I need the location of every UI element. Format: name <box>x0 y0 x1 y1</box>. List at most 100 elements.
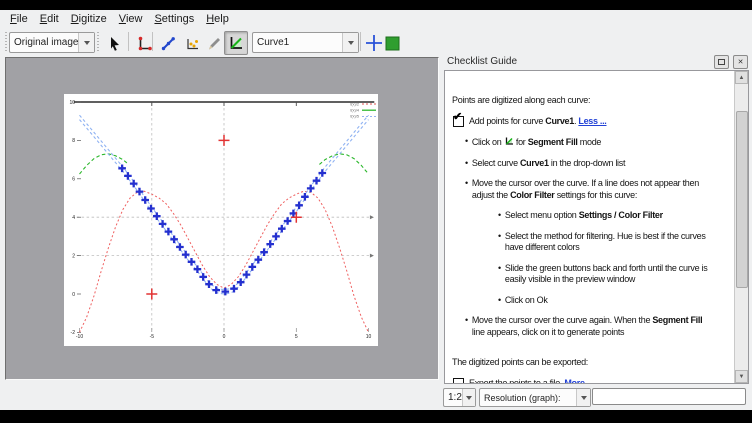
pencil-icon <box>206 35 223 52</box>
curve-selector-value: Curve1 <box>253 37 342 48</box>
cursor-arrow-icon <box>106 35 123 52</box>
digitized-point <box>194 265 202 273</box>
curve-selector-combo[interactable]: Curve1 <box>252 32 359 53</box>
top-black-bar <box>0 0 752 10</box>
digitized-point <box>153 212 161 220</box>
scroll-down-arrow-icon[interactable]: ▼ <box>735 370 748 383</box>
vertical-scrollbar[interactable]: ▲ ▼ <box>734 71 748 383</box>
svg-text:8: 8 <box>72 138 75 144</box>
red-curve <box>80 191 369 332</box>
axis-point <box>219 135 230 146</box>
toolbar-separator <box>152 32 153 51</box>
scroll-up-arrow-icon[interactable]: ▲ <box>735 71 748 84</box>
digitized-point <box>124 172 132 180</box>
digitized-point <box>272 233 280 241</box>
menu-item-digitize[interactable]: Digitize <box>65 11 113 27</box>
toolbar-drag-handle[interactable] <box>96 32 99 51</box>
digitized-point <box>188 258 196 266</box>
toolbar: Original image <box>0 28 752 55</box>
curve-color-swatch <box>380 31 404 55</box>
task-export-points-checkbox[interactable] <box>453 378 464 385</box>
svg-text:0: 0 <box>223 334 226 340</box>
checklist-bullet: •Slide the green buttons back and forth … <box>452 263 735 286</box>
segment-fill-tool-button[interactable] <box>224 31 248 55</box>
digitized-point <box>295 202 303 210</box>
task-add-points: Add points for curve Curve1. Less ... <box>452 116 735 128</box>
checklist-dock-header: Checklist Guide ✕ <box>441 53 752 70</box>
float-icon <box>718 59 725 65</box>
curve-point-tool-button[interactable] <box>156 31 180 55</box>
menu-item-edit[interactable]: Edit <box>34 11 65 27</box>
checklist-bullet: •Click on for Segment Fill mode <box>452 136 735 149</box>
svg-text:-10: -10 <box>76 334 83 340</box>
digitized-point <box>237 278 245 286</box>
checklist-intro: Points are digitized along each curve: <box>452 95 735 107</box>
digitized-point <box>205 280 213 288</box>
zoom-level-value: 1:2 <box>444 392 462 403</box>
status-mode-combo[interactable]: Resolution (graph): <box>479 388 591 407</box>
digitized-point <box>170 236 178 244</box>
toolbar-drag-handle[interactable] <box>4 32 7 51</box>
digitized-point <box>278 225 286 233</box>
close-icon: ✕ <box>738 58 744 66</box>
digitized-point <box>319 169 327 177</box>
digitized-point <box>130 180 138 188</box>
checklist-bullet: •Move the cursor over the curve. If a li… <box>452 178 735 201</box>
point-match-tool-button[interactable] <box>180 31 204 55</box>
menu-item-file[interactable]: File <box>4 11 34 27</box>
dock-title: Checklist Guide <box>441 56 714 67</box>
checklist-bullet: •Select the method for filtering. Hue is… <box>452 231 735 254</box>
menu-item-settings[interactable]: Settings <box>148 11 200 27</box>
graph-plot: 1086420-2-10-50510f(x)/2f(x)/4f(x)/5 <box>64 94 378 346</box>
digitized-point <box>243 271 251 279</box>
digitized-point <box>266 240 274 248</box>
image-canvas[interactable]: 1086420-2-10-50510f(x)/2f(x)/4f(x)/5 <box>5 57 439 380</box>
menu-bar: FileEditDigitizeViewSettingsHelp <box>0 10 752 28</box>
checklist-bullet: •Select curve Curve1 in the drop-down li… <box>452 158 735 170</box>
axis-points-icon <box>136 35 153 52</box>
svg-text:2: 2 <box>72 253 75 259</box>
chevron-down-icon <box>78 33 94 52</box>
menu-item-help[interactable]: Help <box>200 11 235 27</box>
color-picker-tool-button[interactable] <box>202 31 226 55</box>
point-match-icon <box>184 35 201 52</box>
green-swatch-icon <box>385 36 400 51</box>
app-window: FileEditDigitizeViewSettingsHelp Origina… <box>0 10 752 410</box>
svg-text:-5: -5 <box>150 334 155 340</box>
digitized-point <box>301 193 309 201</box>
task-add-points-checkbox[interactable] <box>453 116 464 127</box>
dock-close-button[interactable]: ✕ <box>733 55 748 69</box>
svg-text:f(x)/4: f(x)/4 <box>350 109 359 113</box>
svg-text:5: 5 <box>295 334 298 340</box>
status-mode-value: Resolution (graph): <box>480 393 576 403</box>
toolbar-separator <box>128 32 129 51</box>
digitized-point <box>182 251 190 259</box>
digitized-point <box>313 177 321 185</box>
digitized-point <box>249 263 257 271</box>
digitized-point <box>199 273 207 281</box>
digitized-point <box>176 243 184 251</box>
segment-fill-icon <box>227 34 245 52</box>
background-selector-value: Original image <box>10 37 78 48</box>
task-export-points: Export the points to a file. More... <box>452 378 735 385</box>
svg-text:f(x)/5: f(x)/5 <box>350 115 359 119</box>
digitized-point <box>165 228 173 236</box>
background-selector-combo[interactable]: Original image <box>9 32 95 53</box>
checklist-bullet: •Select menu option Settings / Color Fil… <box>452 210 735 222</box>
svg-text:f(x)/2: f(x)/2 <box>350 102 359 106</box>
dock-float-button[interactable] <box>714 55 729 69</box>
graph-image[interactable]: 1086420-2-10-50510f(x)/2f(x)/4f(x)/5 <box>64 94 378 346</box>
chevron-down-icon <box>462 389 475 406</box>
checklist-bullet: •Click on Ok <box>452 295 735 307</box>
svg-text:4: 4 <box>72 215 75 221</box>
digitized-point <box>136 188 144 196</box>
menu-item-view[interactable]: View <box>113 11 149 27</box>
digitized-point <box>255 256 263 264</box>
checklist-content: Points are digitized along each curve: Ad… <box>445 71 735 384</box>
select-tool-button[interactable] <box>102 31 126 55</box>
green-curve <box>319 154 368 174</box>
svg-text:10: 10 <box>69 100 75 106</box>
zoom-level-combo[interactable]: 1:2 <box>443 388 476 407</box>
status-value-input[interactable] <box>592 388 746 405</box>
scrollbar-thumb[interactable] <box>736 111 748 288</box>
